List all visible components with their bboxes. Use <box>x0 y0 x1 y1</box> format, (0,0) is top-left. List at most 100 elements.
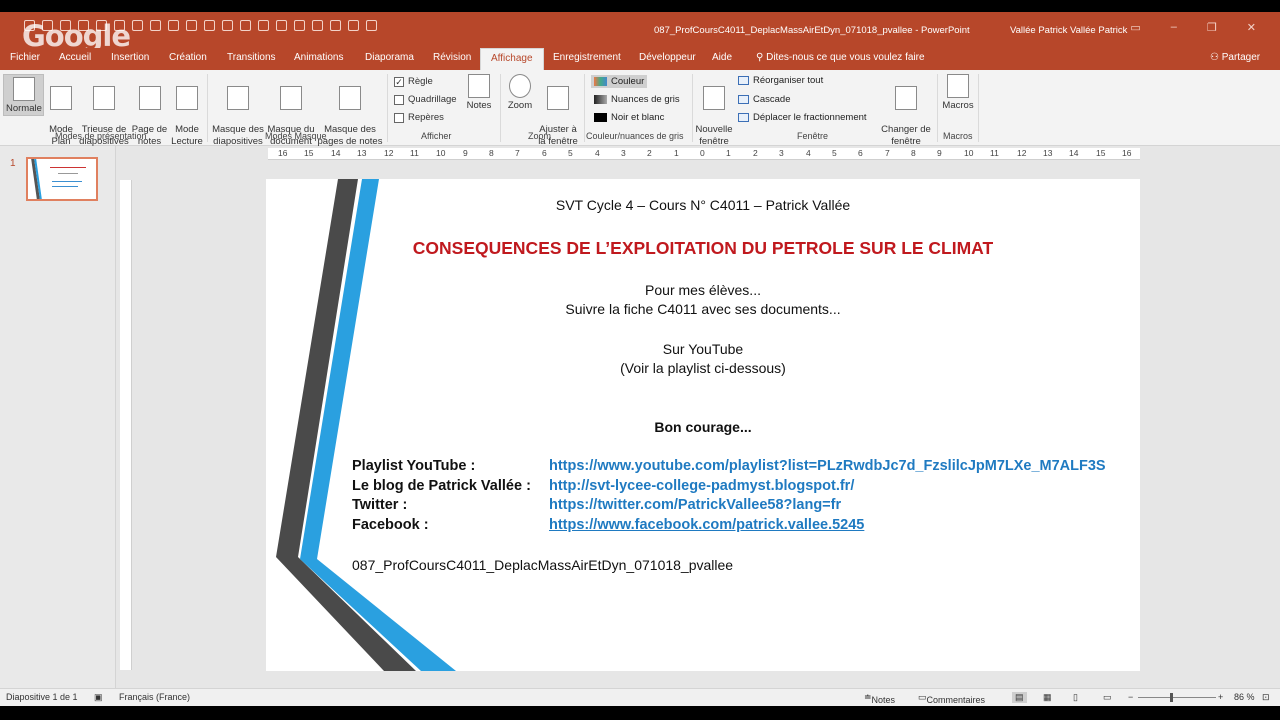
group-label-masque: Modes Masque <box>265 131 327 141</box>
ruler-tick-label: 2 <box>647 148 652 158</box>
slideshow-icon[interactable] <box>150 20 161 31</box>
normal-view-button[interactable]: Normale <box>3 74 44 116</box>
notes-toggle-label: Notes <box>871 695 896 705</box>
grayscale-option[interactable]: Nuances de gris <box>594 94 680 105</box>
notes-label: Notes <box>466 100 492 111</box>
tab-insertion[interactable]: Insertion <box>111 52 149 63</box>
chart-icon[interactable] <box>222 20 233 31</box>
reading-view-label: Mode Lecture <box>171 124 203 147</box>
gridlines-checkbox-box <box>394 94 404 105</box>
table-icon[interactable] <box>204 20 215 31</box>
slide-thumbnail[interactable] <box>26 157 98 201</box>
group-separator <box>387 74 388 142</box>
sorter-view-status-icon[interactable]: ▦ <box>1043 692 1052 703</box>
link-label-blog: Le blog de Patrick Vallée : <box>352 478 531 494</box>
link-blog[interactable]: http://svt-lycee-college-padmyst.blogspo… <box>549 478 854 494</box>
normal-view-status-icon[interactable]: ▤ <box>1012 692 1027 703</box>
color-icon[interactable] <box>366 20 377 31</box>
notes-button[interactable]: Notes <box>464 74 494 112</box>
ruler-tick-label: 5 <box>568 148 573 158</box>
tab-diaporama[interactable]: Diaporama <box>365 52 414 63</box>
link-twitter[interactable]: https://twitter.com/PatrickVallee58?lang… <box>549 497 841 513</box>
macros-button[interactable]: Macros <box>941 74 975 112</box>
zoom-slider-thumb[interactable] <box>1170 693 1173 702</box>
arrange-all-label: Réorganiser tout <box>753 75 824 86</box>
ruler-tick-label: 3 <box>621 148 626 158</box>
zoom-out-icon[interactable]: − <box>1128 692 1133 702</box>
slideshow-status-icon[interactable]: ▭ <box>1103 692 1112 703</box>
notes-toggle[interactable]: ≐ Notes <box>864 692 895 705</box>
close-icon[interactable]: ✕ <box>1247 21 1256 34</box>
guides-checkbox-box <box>394 112 404 123</box>
link-facebook[interactable]: https://www.facebook.com/patrick.vallee.… <box>549 517 864 533</box>
color-option[interactable]: Couleur <box>591 75 648 88</box>
slide-line-2: Suivre la fiche C4011 avec ses documents… <box>565 301 841 317</box>
ruler-tick-label: 13 <box>357 148 367 158</box>
ruler-tick-label: 4 <box>806 148 811 158</box>
comments-toggle[interactable]: ▭ Commentaires <box>918 692 985 705</box>
bold-icon[interactable] <box>330 20 341 31</box>
horizontal-ruler: 16 15 14 13 12 11 10 9 8 7 6 5 4 3 2 1 0 1 2 3 4 5 6 7 8 9 10 11 12 1… <box>268 148 1140 160</box>
tab-aide[interactable]: Aide <box>712 52 732 63</box>
shape-icon[interactable] <box>168 20 179 31</box>
document-title: 087_ProfCoursC4011_DeplacMassAirEtDyn_07… <box>654 25 970 36</box>
group-separator <box>207 74 208 142</box>
tab-animations[interactable]: Animations <box>294 52 343 63</box>
ribbon-options-icon[interactable]: ▭ <box>1130 21 1140 34</box>
ruler-checkbox[interactable]: ✓ Règle <box>394 76 433 87</box>
reading-view-icon <box>176 86 198 110</box>
zoom-in-icon[interactable]: + <box>1218 692 1223 702</box>
user-name[interactable]: Vallée Patrick Vallée Patrick <box>1010 25 1127 36</box>
slide-master-label: Masque des diapositives <box>212 124 264 147</box>
comments-toggle-label: Commentaires <box>926 695 986 705</box>
outline-view-icon <box>50 86 72 110</box>
tab-revision[interactable]: Révision <box>433 52 471 63</box>
minimize-icon[interactable]: – <box>1171 21 1177 34</box>
maximize-icon[interactable]: ❐ <box>1207 21 1217 34</box>
zoom-level[interactable]: 86 % <box>1234 692 1255 702</box>
switch-window-label: Changer de fenêtre <box>881 124 931 147</box>
move-split-button[interactable]: Déplacer le fractionnement <box>738 112 867 123</box>
tab-affichage[interactable]: Affichage <box>480 48 544 70</box>
top-black-border <box>0 0 1280 12</box>
group-label-afficher: Afficher <box>421 131 452 141</box>
reading-view-status-icon[interactable]: ▯ <box>1073 692 1078 703</box>
cascade-button[interactable]: Cascade <box>738 94 791 105</box>
tab-enregistrement[interactable]: Enregistrement <box>553 52 621 63</box>
crop-icon[interactable] <box>276 20 287 31</box>
brightness-icon[interactable] <box>240 20 251 31</box>
tab-developpeur[interactable]: Développeur <box>639 52 696 63</box>
normal-view-icon <box>12 77 35 101</box>
switch-window-icon <box>895 86 917 110</box>
arrange-all-button[interactable]: Réorganiser tout <box>738 75 823 86</box>
share-button[interactable]: ⚇ Partager <box>1210 52 1260 63</box>
slide-line-3: Sur YouTube <box>662 341 744 357</box>
spelling-icon[interactable] <box>132 20 143 31</box>
ruler-tick-label: 0 <box>700 148 705 158</box>
ruler-tick-label: 7 <box>885 148 890 158</box>
split-icon[interactable] <box>348 20 359 31</box>
link-youtube[interactable]: https://www.youtube.com/playlist?list=PL… <box>549 458 1106 474</box>
contrast-icon[interactable] <box>258 20 269 31</box>
tab-transitions[interactable]: Transitions <box>227 52 276 63</box>
tab-creation[interactable]: Création <box>169 52 207 63</box>
superscript-icon[interactable] <box>312 20 323 31</box>
fit-slide-icon[interactable]: ⊡ <box>1262 692 1270 703</box>
subscript-icon[interactable] <box>294 20 305 31</box>
language-indicator[interactable]: Français (France) <box>119 692 190 702</box>
picture-icon[interactable] <box>186 20 197 31</box>
zoom-button[interactable]: Zoom <box>504 74 536 112</box>
slide-canvas[interactable]: SVT Cycle 4 – Cours N° C4011 – Patrick V… <box>266 179 1140 671</box>
guides-checkbox[interactable]: Repères <box>394 112 444 123</box>
notes-master-label: Masque des pages de notes <box>317 124 383 147</box>
gridlines-checkbox[interactable]: Quadrillage <box>394 94 457 105</box>
zoom-slider[interactable] <box>1138 697 1216 698</box>
slide-thumbnail-pane: 1 <box>0 146 116 688</box>
blackwhite-option[interactable]: Noir et blanc <box>594 112 664 123</box>
spellcheck-icon[interactable]: ▣ <box>94 692 103 703</box>
cascade-icon <box>738 95 749 104</box>
tell-me-search[interactable]: ⚲ Dites-nous ce que vous voulez faire <box>756 52 925 63</box>
move-split-label: Déplacer le fractionnement <box>753 112 867 123</box>
tab-fichier[interactable]: Fichier <box>10 52 40 63</box>
tab-accueil[interactable]: Accueil <box>59 52 91 63</box>
